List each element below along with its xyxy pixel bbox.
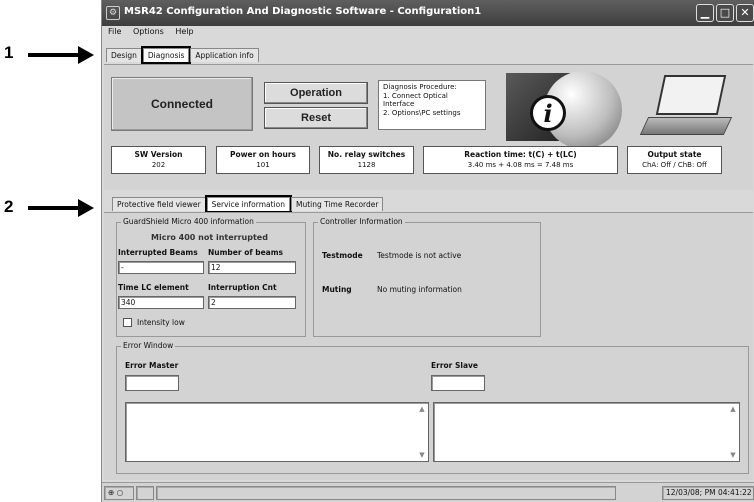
stat-label: Power on hours — [229, 150, 297, 159]
number-of-beams-label: Number of beams — [208, 248, 284, 257]
stat-reaction-time: Reaction time: t(C) + t(LC) 3.40 ms + 4.… — [423, 146, 618, 174]
error-slave-field[interactable] — [431, 375, 485, 391]
scroll-down-arrow-icon[interactable]: ▼ — [728, 450, 738, 460]
stat-value: 3.40 ms + 4.08 ms = 7.48 ms — [467, 161, 574, 169]
menu-bar: File Options Help — [102, 27, 197, 40]
guardshield-status: Micro 400 not interrupted — [151, 233, 268, 242]
error-master-label: Error Master — [125, 361, 179, 370]
stat-value: 202 — [151, 161, 166, 169]
interruption-cnt-field[interactable]: 2 — [208, 296, 296, 309]
info-icon: i — [530, 95, 566, 131]
app-window: ⚙ MSR42 Configuration And Diagnostic Sof… — [101, 0, 754, 502]
sub-tabs: Protective field viewer Service informat… — [112, 195, 384, 213]
diagnosis-procedure-line: Diagnosis Procedure: — [383, 83, 457, 91]
scroll-up-arrow-icon[interactable]: ▲ — [728, 404, 738, 414]
error-master-field[interactable] — [125, 375, 179, 391]
tab-diagnosis[interactable]: Diagnosis — [140, 46, 192, 64]
tab-service-information[interactable]: Service information — [204, 195, 292, 213]
diagnosis-procedure-line: 2. Options\PC settings — [383, 108, 461, 117]
stat-value: 101 — [256, 161, 270, 169]
error-master-textarea[interactable]: ▲ ▼ — [125, 402, 429, 462]
maximize-button[interactable]: □ — [716, 4, 734, 22]
callout-number-1: 1 — [4, 43, 14, 62]
menu-help[interactable]: Help — [175, 27, 193, 36]
tab-design[interactable]: Design — [106, 48, 142, 62]
connection-plug-icon: ⊕ ○ — [104, 486, 134, 500]
status-datetime: 12/03/08; PM 04:41:22 — [662, 486, 754, 500]
testmode-value: Testmode is not active — [377, 251, 462, 260]
status-bar: ⊕ ○ 12/03/08; PM 04:41:22 — [102, 482, 754, 502]
close-button[interactable]: ✕ — [736, 4, 754, 22]
error-window-title: Error Window — [121, 341, 176, 350]
muting-value: No muting information — [377, 285, 462, 294]
diagnosis-procedure-line: Interface — [383, 100, 415, 108]
stat-label: No. relay switches — [327, 150, 406, 159]
stat-relay-switches: No. relay switches 1128 — [319, 146, 414, 174]
error-slave-textarea[interactable]: ▲ ▼ — [433, 402, 740, 462]
controller-group-title: Controller Information — [318, 217, 405, 226]
diagnosis-procedure-line: 1. Connect Optical — [383, 91, 448, 100]
time-lc-element-field[interactable]: 340 — [118, 296, 204, 309]
status-cell-empty — [136, 486, 154, 500]
stat-power-on-hours: Power on hours 101 — [216, 146, 310, 174]
title-bar: ⚙ MSR42 Configuration And Diagnostic Sof… — [102, 0, 754, 26]
number-of-beams-field[interactable]: 12 — [208, 261, 296, 274]
error-slave-label: Error Slave — [431, 361, 478, 370]
laptop-icon — [655, 75, 727, 115]
tab-muting-time-recorder[interactable]: Muting Time Recorder — [290, 197, 384, 211]
stat-value: 1128 — [357, 161, 376, 169]
intensity-low-checkbox[interactable] — [123, 318, 132, 327]
controller-group: Controller Information Testmode Testmode… — [313, 217, 541, 337]
time-lc-element-label: Time LC element — [118, 283, 189, 292]
stat-value: ChA: Off / ChB: Off — [642, 161, 707, 169]
stat-output-state: Output state ChA: Off / ChB: Off — [627, 146, 722, 174]
interrupted-beams-label: Interrupted Beams — [118, 248, 198, 257]
service-information-panel: GuardShield Micro 400 information Micro … — [104, 212, 753, 480]
guardshield-group: GuardShield Micro 400 information Micro … — [116, 217, 306, 337]
guardshield-group-title: GuardShield Micro 400 information — [121, 217, 256, 226]
error-window-group: Error Window Error Master Error Slave ▲ … — [116, 341, 749, 474]
menu-options[interactable]: Options — [133, 27, 164, 36]
interrupted-beams-field[interactable]: - — [118, 261, 204, 274]
menu-file[interactable]: File — [108, 27, 121, 36]
laptop-base-icon — [639, 117, 733, 135]
operation-button[interactable]: Operation — [264, 82, 368, 104]
reset-button[interactable]: Reset — [264, 107, 368, 129]
minimize-button[interactable]: ▁ — [696, 4, 714, 22]
main-tabs: Design Diagnosis Application info — [106, 46, 260, 64]
window-title: MSR42 Configuration And Diagnostic Softw… — [124, 6, 482, 17]
muting-label: Muting — [322, 285, 352, 294]
intensity-low-label: Intensity low — [137, 318, 185, 327]
tab-protective-field-viewer[interactable]: Protective field viewer — [112, 197, 206, 211]
tab-application-info[interactable]: Application info — [190, 48, 259, 62]
callout-arrow-2 — [28, 199, 94, 217]
app-icon: ⚙ — [106, 6, 120, 20]
stat-label: Reaction time: t(C) + t(LC) — [464, 150, 577, 159]
callout-number-2: 2 — [4, 197, 14, 216]
scroll-down-arrow-icon[interactable]: ▼ — [417, 450, 427, 460]
interruption-cnt-label: Interruption Cnt — [208, 283, 277, 292]
diagnosis-panel: Connected Operation Reset Diagnosis Proc… — [104, 64, 753, 190]
testmode-label: Testmode — [322, 251, 363, 260]
scroll-up-arrow-icon[interactable]: ▲ — [417, 404, 427, 414]
connection-status: Connected — [111, 77, 253, 131]
stat-sw-version: SW Version 202 — [111, 146, 206, 174]
status-message-area — [156, 486, 616, 500]
stat-label: Output state — [647, 150, 702, 159]
diagnosis-procedure-box: Diagnosis Procedure: 1. Connect Optical … — [378, 80, 486, 130]
callout-arrow-1 — [28, 46, 94, 64]
stat-label: SW Version — [134, 150, 183, 159]
